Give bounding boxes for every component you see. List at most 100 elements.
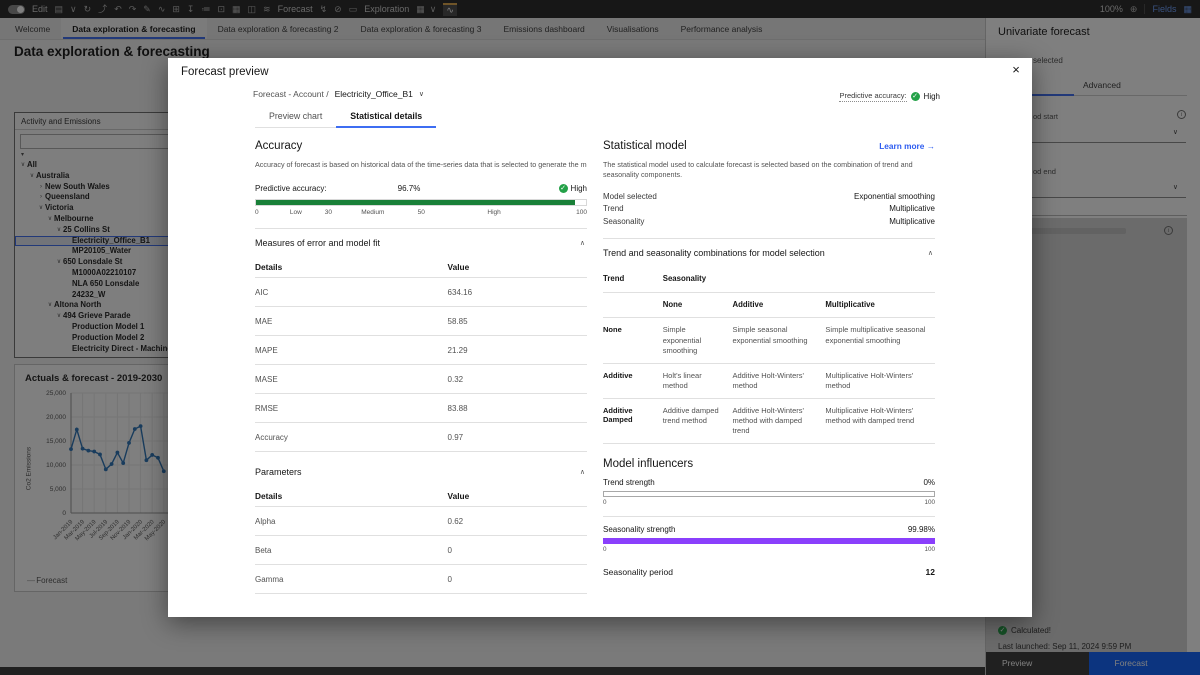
combo-column-header: Multiplicative <box>825 300 935 311</box>
combo-cell: Additive Holt-Winters' method <box>732 371 825 391</box>
seasonality-period-label: Seasonality period <box>603 567 673 577</box>
combo-cell: Additive Holt-Winters' method with dampe… <box>732 406 825 436</box>
chevron-up-icon: ∧ <box>580 239 585 247</box>
trend-strength-bar <box>603 491 935 497</box>
accuracy-badge: High <box>571 184 587 193</box>
table-row: Accuracy0.97 <box>255 423 587 452</box>
metric-label: AIC <box>255 288 448 297</box>
learn-more-link[interactable]: Learn more → <box>879 141 935 151</box>
model-property-row: Seasonality Multiplicative <box>603 216 935 229</box>
table-row: Alpha0.62 <box>255 507 587 536</box>
table-row: AIC634.16 <box>255 278 587 307</box>
combo-row: Additive DampedAdditive damped trend met… <box>603 399 935 444</box>
seasonality-strength-label: Seasonality strength <box>603 525 676 534</box>
trend-type-label: Additive <box>603 371 663 391</box>
column-header: Details <box>255 262 448 272</box>
metric-value: 83.88 <box>448 404 468 413</box>
column-header: Value <box>448 491 470 501</box>
trend-strength-value: 0% <box>923 478 935 487</box>
combo-row: AdditiveHolt's linear methodAdditive Hol… <box>603 364 935 399</box>
combo-row: NoneSimple exponential smoothingSimple s… <box>603 318 935 363</box>
header-predictive-accuracy: Predictive accuracy: ✓ High <box>839 91 940 102</box>
modal-breadcrumb: Forecast - Account / Electricity_Office_… <box>253 89 424 99</box>
seasonality-strength-value: 99.98% <box>908 525 935 534</box>
modal-tab-statistical-details[interactable]: Statistical details <box>336 106 436 127</box>
accuracy-scale: 0Low30Medium50High100 <box>255 209 587 218</box>
scale-mark: 50 <box>418 209 425 216</box>
metric-label: MAE <box>255 317 448 326</box>
modal-tabs: Preview chartStatistical details <box>255 106 436 128</box>
measures-table: DetailsValueAIC634.16MAE58.85MAPE21.29MA… <box>255 257 587 452</box>
statistical-model-heading: Statistical model <box>603 140 687 152</box>
table-row: MAE58.85 <box>255 307 587 336</box>
metric-value: 0.32 <box>448 375 464 384</box>
scale-mark: 100 <box>576 209 587 216</box>
model-influencers-heading: Model influencers <box>603 458 935 470</box>
metric-label: MASE <box>255 375 448 384</box>
property-label: Model selected <box>603 191 657 204</box>
table-row: Gamma0 <box>255 565 587 594</box>
combinations-heading: Trend and seasonality combinations for m… <box>603 248 825 258</box>
model-property-row: Model selected Exponential smoothing <box>603 191 935 204</box>
table-row: MASE0.32 <box>255 365 587 394</box>
combo-cell: Holt's linear method <box>663 371 733 391</box>
trend-type-label: None <box>603 325 663 355</box>
accuracy-description: Accuracy of forecast is based on histori… <box>255 160 587 170</box>
metric-value: 21.29 <box>448 346 468 355</box>
property-value: Multiplicative <box>889 216 935 229</box>
forecast-preview-modal: Forecast preview × Forecast - Account / … <box>168 58 1032 617</box>
parameters-accordion-header[interactable]: Parameters ∧ <box>255 458 587 486</box>
metric-value: 0.97 <box>448 433 464 442</box>
combinations-accordion-header[interactable]: Trend and seasonality combinations for m… <box>603 239 935 267</box>
combo-cell: Additive damped trend method <box>663 406 733 436</box>
property-value: Exponential smoothing <box>854 191 935 204</box>
metric-label: MAPE <box>255 346 448 355</box>
accuracy-badge: High <box>924 92 940 101</box>
account-selector[interactable]: Electricity_Office_B1 <box>335 89 413 99</box>
property-label: Trend <box>603 203 624 216</box>
property-value: Multiplicative <box>889 203 935 216</box>
property-label: Seasonality <box>603 216 644 229</box>
metric-value: 0 <box>448 546 452 555</box>
combo-column-header: Additive <box>732 300 825 311</box>
metric-label: RMSE <box>255 404 448 413</box>
table-row: Beta0 <box>255 536 587 565</box>
seasonality-period-row: Seasonality period 12 <box>603 567 935 577</box>
seasonality-period-value: 12 <box>926 567 935 577</box>
accuracy-column: Accuracy Accuracy of forecast is based o… <box>255 136 587 594</box>
table-row: RMSE83.88 <box>255 394 587 423</box>
metric-label: Accuracy <box>255 433 448 442</box>
seasonality-strength-bar <box>603 538 935 544</box>
column-header: Value <box>448 262 470 272</box>
chevron-down-icon[interactable]: ∨ <box>419 90 424 98</box>
modal-tab-preview-chart[interactable]: Preview chart <box>255 106 336 127</box>
modal-body: Accuracy Accuracy of forecast is based o… <box>255 136 935 594</box>
metric-value: 0.62 <box>448 517 464 526</box>
trend-strength-scale: 0100 <box>603 499 935 506</box>
metric-value: 0 <box>448 575 452 584</box>
predictive-accuracy-value: 96.7% <box>255 184 563 193</box>
scale-mark: High <box>487 209 500 216</box>
seasonality-strength-scale: 0100 <box>603 546 935 553</box>
trend-strength-label: Trend strength <box>603 478 655 487</box>
column-header: Details <box>255 491 448 501</box>
model-property-row: Trend Multiplicative <box>603 203 935 216</box>
metric-label: Gamma <box>255 575 448 584</box>
trend-type-label: Additive Damped <box>603 406 663 436</box>
measures-accordion-header[interactable]: Measures of error and model fit ∧ <box>255 229 587 257</box>
metric-label: Beta <box>255 546 448 555</box>
metric-label: Alpha <box>255 517 448 526</box>
check-circle-icon: ✓ <box>559 184 568 193</box>
table-row: MAPE21.29 <box>255 336 587 365</box>
scale-mark: Low <box>290 209 302 216</box>
parameters-heading: Parameters <box>255 467 302 477</box>
modal-title: Forecast preview <box>181 66 269 78</box>
combo-cell: Multiplicative Holt-Winters' method <box>825 371 935 391</box>
close-icon[interactable]: × <box>1008 62 1024 78</box>
app-root: Edit ▤∨↻⤴↶↷✎∿⊞↧≔⊡▦◫≋ Forecast ↯⊘▭ Explor… <box>0 0 1200 675</box>
measures-heading: Measures of error and model fit <box>255 238 380 248</box>
combo-cell: Simple exponential smoothing <box>663 325 733 355</box>
divider <box>603 516 935 517</box>
predictive-accuracy-row: Predictive accuracy: 96.7% ✓ High <box>255 184 587 196</box>
accuracy-progress-bar <box>255 199 587 206</box>
